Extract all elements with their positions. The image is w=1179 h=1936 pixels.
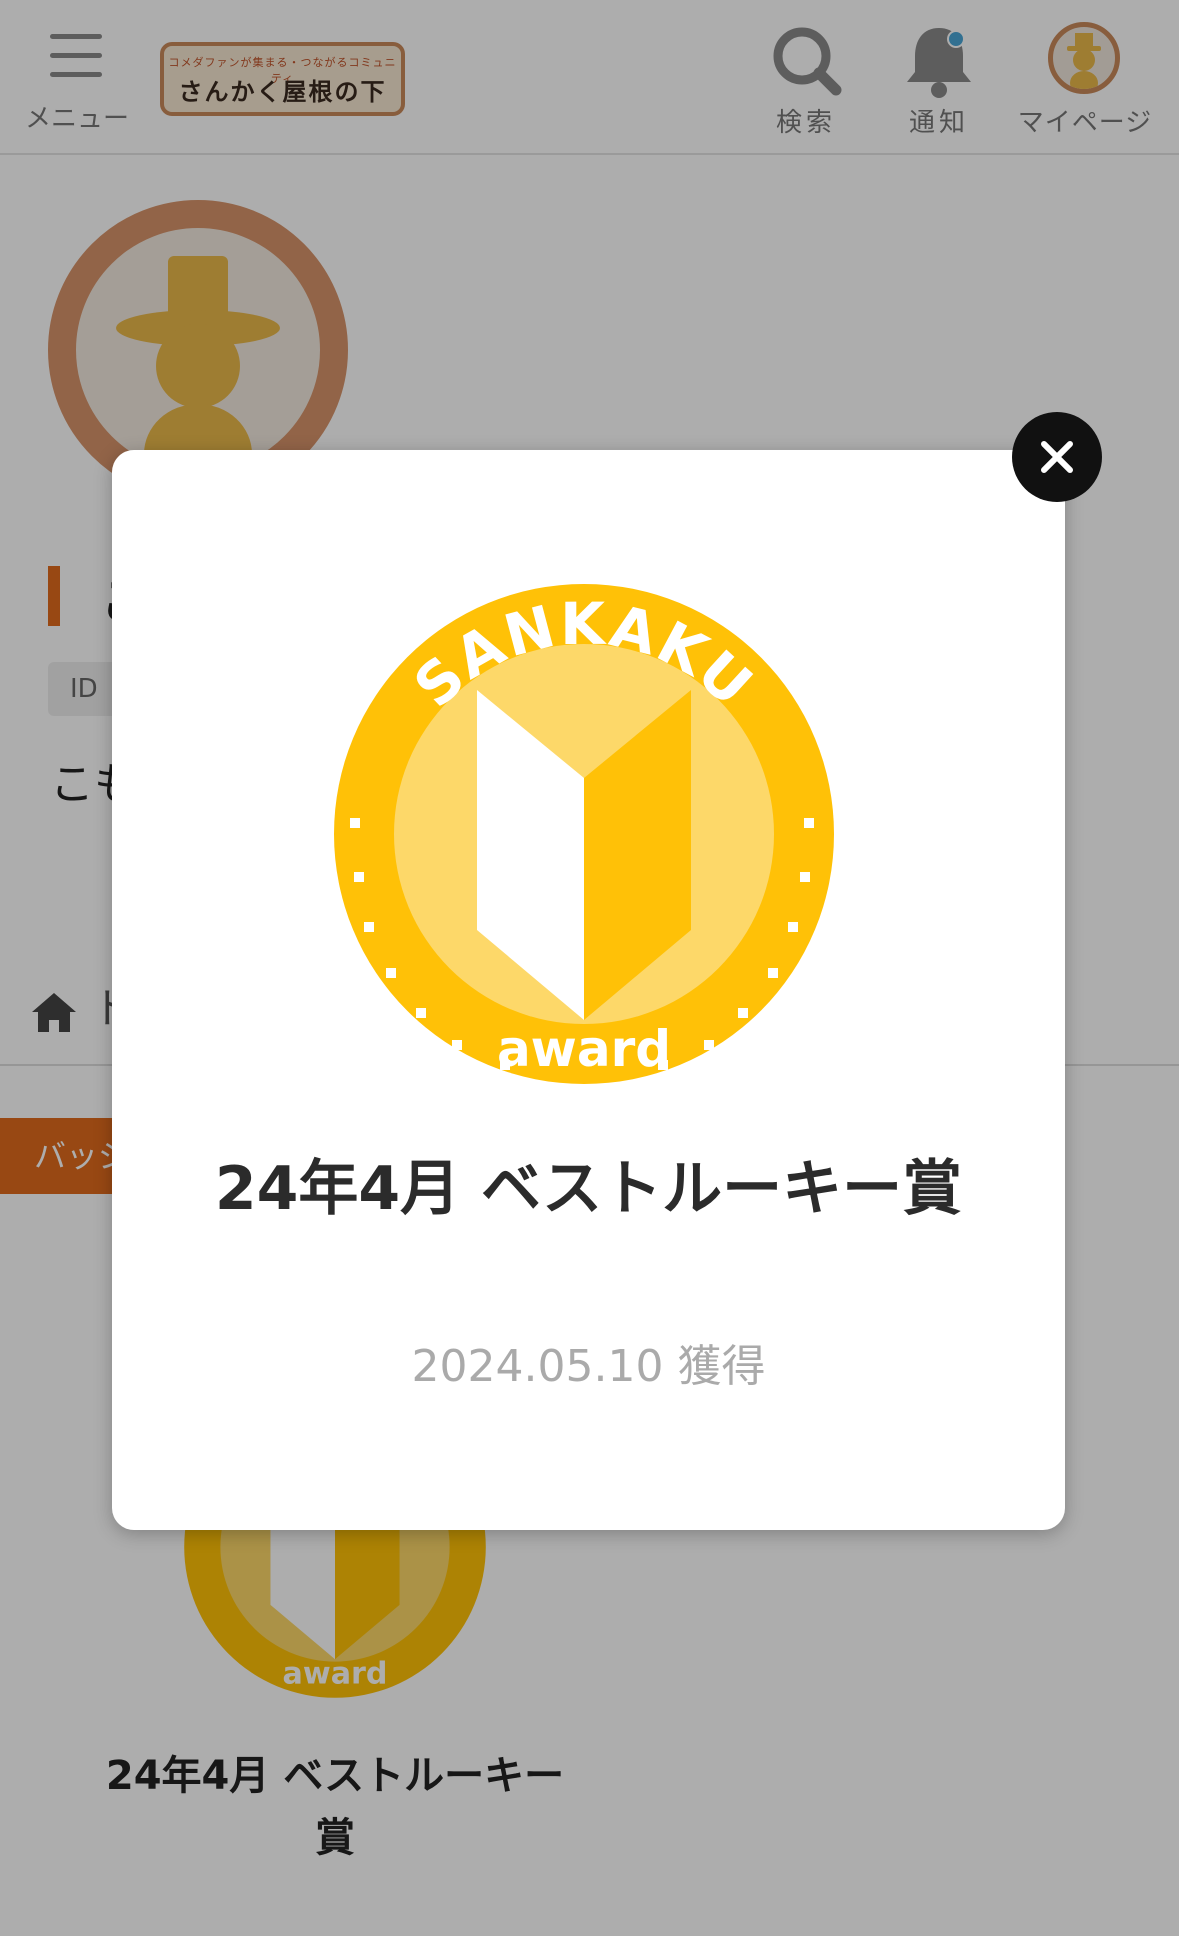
- badge-detail-modal: SANKAKU award 24年4月 ベストルーキー賞 2024.05.10 …: [112, 450, 1065, 1530]
- close-icon: [1041, 441, 1073, 473]
- modal-title: 24年4月 ベストルーキー賞: [214, 1154, 963, 1224]
- award-badge-icon: SANKAKU award: [334, 584, 834, 1084]
- badge-bottom-text: award: [497, 1020, 671, 1078]
- close-button[interactable]: [1012, 412, 1102, 502]
- acquired-date: 2024.05.10 獲得: [411, 1341, 766, 1392]
